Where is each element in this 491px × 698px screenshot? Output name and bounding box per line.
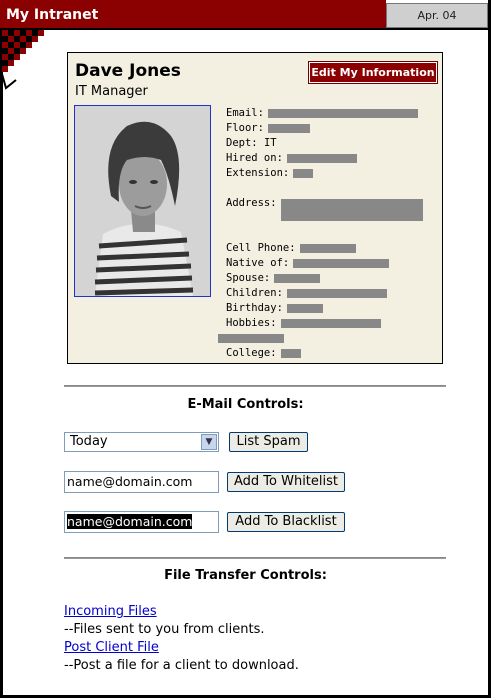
redacted-value	[274, 273, 321, 283]
detail-row: Cell Phone:	[226, 242, 356, 255]
detail-label: Email:	[226, 107, 264, 119]
detail-row: Children:	[226, 287, 387, 300]
detail-label: Address:	[226, 197, 277, 209]
title-bar: My Intranet	[0, 0, 386, 30]
date-label: Apr. 04	[417, 9, 457, 22]
detail-label: Dept:	[226, 137, 258, 149]
detail-row: Floor:	[226, 122, 310, 135]
edit-my-information-button[interactable]: Edit My Information	[308, 61, 438, 84]
detail-label: Birthday:	[226, 302, 283, 314]
frame-left	[0, 0, 3, 698]
blacklist-email-input[interactable]: name@domain.com	[64, 511, 219, 533]
redacted-value	[286, 153, 357, 163]
add-to-whitelist-button[interactable]: Add To Whitelist	[227, 472, 345, 492]
divider	[64, 557, 446, 559]
divider	[64, 385, 446, 387]
redacted-value	[280, 348, 301, 358]
detail-label: Extension:	[226, 167, 290, 179]
detail-row: Extension:	[226, 167, 314, 180]
title-divider	[0, 28, 491, 30]
detail-row: Hobbies:	[226, 317, 381, 330]
incoming-files-desc: --Files sent to you from clients.	[64, 622, 265, 637]
detail-row: Email:	[226, 107, 418, 120]
redacted-value	[267, 123, 310, 133]
post-client-file-desc: --Post a file for a client to download.	[64, 658, 299, 673]
detail-row: College:	[226, 347, 301, 360]
list-spam-button[interactable]: List Spam	[229, 432, 308, 452]
whitelist-email-input[interactable]: name@domain.com	[64, 471, 219, 493]
profile-name: Dave Jones	[75, 61, 181, 81]
detail-row	[218, 332, 284, 345]
app-title: My Intranet	[6, 7, 99, 23]
redacted-value	[280, 199, 423, 221]
detail-row: Dept: IT	[226, 137, 277, 150]
detail-label: Hired on:	[226, 152, 283, 164]
chevron-down-icon[interactable]: ▼	[201, 434, 217, 450]
detail-row: Native of:	[226, 257, 390, 270]
detail-row: Spouse:	[226, 272, 321, 285]
detail-value: IT	[263, 137, 277, 149]
email-controls-heading: E-Mail Controls:	[187, 397, 304, 412]
redacted-value	[218, 333, 284, 343]
detail-label: Spouse:	[226, 272, 271, 284]
redacted-value	[286, 288, 387, 298]
detail-label: Cell Phone:	[226, 242, 296, 254]
redacted-value	[267, 108, 418, 118]
detail-row: Hired on:	[226, 152, 357, 165]
incoming-files-link[interactable]: Incoming Files	[64, 604, 157, 619]
profile-title: IT Manager	[75, 84, 148, 99]
redacted-value	[299, 243, 356, 253]
detail-row: Birthday:	[226, 302, 323, 315]
select-value: Today	[70, 434, 108, 449]
detail-label: Children:	[226, 287, 283, 299]
detail-label: College:	[226, 347, 277, 359]
detail-label: Hobbies:	[226, 317, 277, 329]
redacted-value	[293, 168, 314, 178]
date-box: Apr. 04	[386, 3, 488, 28]
spam-period-select[interactable]: Today ▼	[64, 432, 219, 452]
detail-label: Floor:	[226, 122, 264, 134]
profile-card: Dave Jones IT Manager Edit My Informatio…	[67, 52, 443, 364]
blacklist-selected-text: name@domain.com	[67, 514, 193, 529]
file-transfer-heading: File Transfer Controls:	[164, 568, 327, 583]
redacted-value	[293, 258, 390, 268]
detail-row: Address:	[226, 197, 423, 221]
redacted-value	[286, 303, 323, 313]
detail-label: Native of:	[226, 257, 290, 269]
redacted-value	[280, 318, 381, 328]
add-to-blacklist-button[interactable]: Add To Blacklist	[227, 512, 345, 532]
profile-photo	[74, 105, 211, 297]
checker-pattern-icon	[2, 30, 44, 90]
post-client-file-link[interactable]: Post Client File	[64, 640, 159, 655]
